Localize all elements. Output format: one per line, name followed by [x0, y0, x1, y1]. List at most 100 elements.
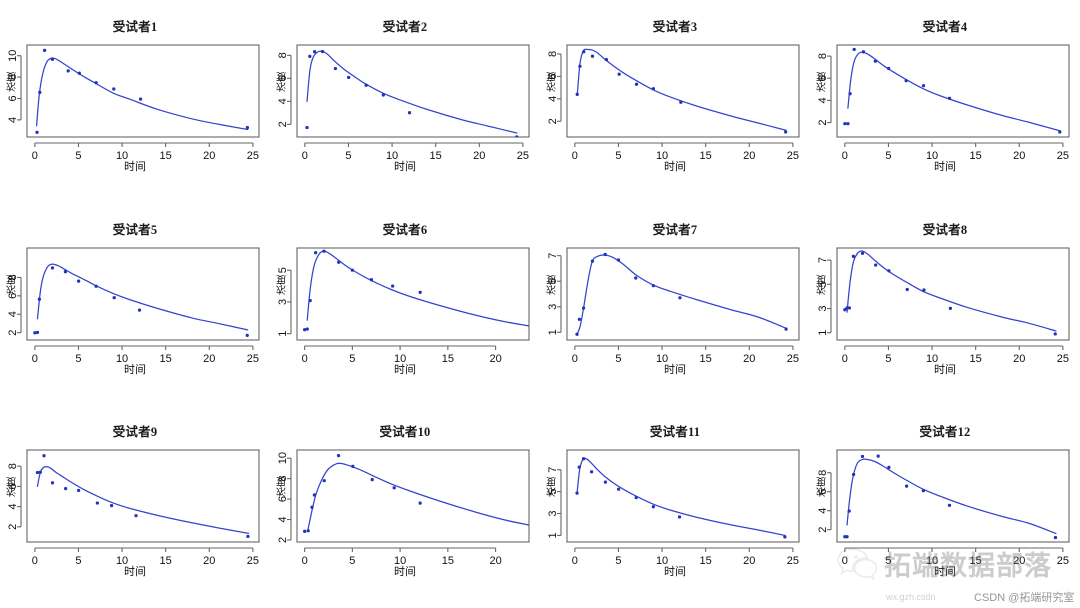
svg-text:2: 2	[7, 329, 19, 335]
svg-text:8: 8	[7, 463, 19, 469]
svg-text:0: 0	[842, 555, 848, 567]
svg-text:6: 6	[277, 496, 289, 502]
x-axis-ticks: 0 5 10 15 20 25	[32, 345, 259, 365]
svg-text:6: 6	[547, 73, 559, 79]
x-axis-ticks: 0 5 10 15 20 25	[842, 142, 1069, 162]
svg-text:10: 10	[926, 150, 938, 162]
data-point	[94, 284, 98, 288]
svg-text:4: 4	[277, 517, 289, 523]
data-point	[783, 535, 787, 539]
data-point	[350, 268, 354, 272]
data-point	[845, 535, 849, 539]
data-point	[112, 295, 116, 299]
plot-area: 0 5 10 15 20 25 1 3 5 7	[547, 449, 800, 567]
data-point	[531, 329, 534, 332]
svg-text:7: 7	[547, 467, 559, 473]
svg-text:15: 15	[700, 353, 712, 365]
svg-text:5: 5	[547, 489, 559, 495]
data-point	[860, 455, 865, 459]
svg-text:8: 8	[547, 51, 559, 57]
svg-text:6: 6	[7, 95, 19, 101]
chart-panel: 受试者12 浓度 时间 0 5 10 15 20 25 2 4 6 8	[810, 405, 1080, 608]
data-point	[887, 66, 891, 71]
data-point	[860, 251, 865, 255]
chart-panel: 受试者4 浓度 时间 0 5 10 15 20 25 2 4 6 8	[810, 0, 1080, 203]
data-point	[351, 464, 355, 469]
fit-curve	[35, 57, 249, 131]
data-point	[63, 269, 67, 273]
data-point	[381, 93, 385, 97]
svg-text:5: 5	[615, 353, 621, 365]
data-points	[575, 252, 788, 336]
svg-text:10: 10	[116, 353, 128, 365]
svg-text:25: 25	[787, 555, 799, 567]
data-point	[308, 54, 312, 58]
y-axis-ticks: 2 4 6 8	[277, 52, 292, 127]
svg-text:20: 20	[743, 555, 755, 567]
data-point	[305, 125, 309, 130]
plot-area: 0 5 10 15 20 2 4 6 8 10	[277, 449, 530, 567]
svg-text:3: 3	[817, 305, 829, 311]
chart-panel: 受试者2 浓度 时间 0 5 10 15 20 25 2 4 6 8	[270, 0, 540, 203]
data-point	[577, 465, 581, 469]
svg-text:5: 5	[547, 278, 559, 284]
plot-area: 0 5 10 15 20 25 2 4 6 8	[7, 449, 260, 567]
chart-panel: 受试者8 浓度 时间 0 5 10 15 20 25 1 3 5 7	[810, 203, 1080, 406]
svg-text:5: 5	[817, 281, 829, 287]
data-point	[50, 57, 55, 61]
y-axis-ticks: 2 4 6 8	[7, 274, 22, 335]
svg-text:25: 25	[787, 150, 799, 162]
data-point	[369, 277, 374, 281]
svg-text:15: 15	[442, 353, 454, 365]
data-point	[38, 90, 42, 94]
data-point	[651, 87, 655, 91]
svg-text:2: 2	[277, 537, 289, 543]
plot-area: 0 5 10 15 20 25 1 3 5 7	[817, 247, 1070, 365]
data-point	[603, 480, 607, 484]
data-points	[575, 457, 787, 539]
svg-text:5: 5	[75, 555, 81, 567]
svg-text:25: 25	[247, 353, 259, 365]
chart-panel: 受试者6 浓度 时间 0 5 10 15 20 1 3 5	[270, 203, 540, 406]
svg-text:10: 10	[7, 50, 19, 62]
data-point	[322, 249, 326, 253]
plot-frame	[836, 247, 1070, 341]
data-point	[847, 509, 851, 513]
svg-text:15: 15	[160, 353, 172, 365]
svg-text:7: 7	[817, 257, 829, 263]
data-points	[843, 454, 1058, 540]
data-point	[887, 465, 891, 470]
svg-text:6: 6	[7, 484, 19, 490]
svg-text:3: 3	[547, 511, 559, 517]
x-axis-ticks: 0 5 10 15 20 25	[32, 142, 259, 162]
data-point	[578, 64, 582, 68]
svg-text:15: 15	[700, 555, 712, 567]
data-point	[322, 479, 326, 483]
data-point	[1053, 331, 1057, 336]
svg-text:25: 25	[247, 150, 259, 162]
svg-text:20: 20	[489, 555, 501, 567]
svg-text:10: 10	[394, 555, 406, 567]
svg-text:15: 15	[442, 555, 454, 567]
data-point	[679, 100, 683, 104]
svg-text:5: 5	[75, 150, 81, 162]
fit-curve	[306, 50, 518, 134]
svg-text:10: 10	[386, 150, 398, 162]
data-point	[905, 287, 909, 291]
data-point	[313, 50, 317, 54]
plot-area: 0 5 10 15 20 25 4 6 8 10	[7, 44, 260, 162]
fit-curve	[36, 263, 249, 331]
x-axis-ticks: 0 5 10 15 20 25	[572, 142, 799, 162]
data-point	[617, 487, 621, 491]
plot-frame	[836, 449, 1070, 543]
svg-text:10: 10	[656, 150, 668, 162]
data-point	[921, 84, 926, 88]
data-point	[370, 478, 374, 482]
data-point	[947, 96, 952, 100]
plot-frame	[26, 247, 260, 341]
data-point	[35, 130, 39, 134]
data-point	[337, 260, 341, 264]
svg-text:15: 15	[700, 150, 712, 162]
data-point	[245, 125, 249, 130]
plot-frame	[566, 44, 800, 138]
